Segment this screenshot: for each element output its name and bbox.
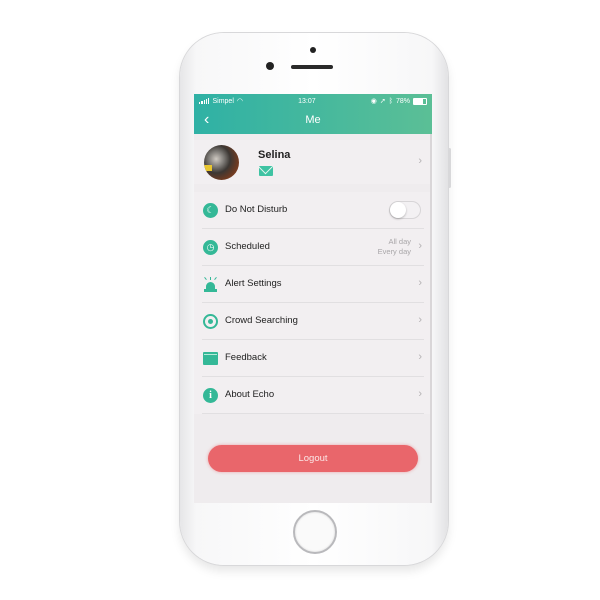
profile-name: Selina bbox=[258, 149, 291, 161]
toggle-knob bbox=[390, 202, 406, 218]
menu-item-do-not-disturb: ☾ Do Not Disturb bbox=[194, 192, 432, 229]
alarm-light-icon bbox=[203, 277, 218, 292]
logout-button[interactable]: Logout bbox=[208, 445, 418, 472]
menu-item-label: Feedback bbox=[225, 352, 267, 363]
chevron-right-icon: › bbox=[418, 388, 422, 400]
avatar bbox=[204, 145, 239, 180]
location-arrow-icon: ➚ bbox=[379, 98, 386, 105]
schedule-days: Every day bbox=[377, 247, 411, 256]
settings-menu: ☾ Do Not Disturb ◷ Scheduled All day Eve… bbox=[194, 192, 432, 414]
battery-percent: 78% bbox=[395, 97, 410, 105]
menu-item-scheduled[interactable]: ◷ Scheduled All day Every day › bbox=[194, 229, 432, 266]
location-lock-icon: ◉ bbox=[370, 98, 377, 105]
menu-item-label: Alert Settings bbox=[225, 278, 282, 289]
chevron-right-icon: › bbox=[418, 314, 422, 326]
target-icon bbox=[203, 314, 218, 329]
menu-item-crowd-searching[interactable]: Crowd Searching › bbox=[194, 303, 432, 340]
moon-icon: ☾ bbox=[203, 203, 218, 218]
front-camera bbox=[266, 62, 274, 70]
do-not-disturb-toggle[interactable] bbox=[389, 201, 421, 219]
status-bar: Simpel ◠ 13:07 ◉ ➚ ᛒ 78% bbox=[194, 94, 432, 108]
chevron-right-icon: › bbox=[418, 155, 422, 167]
chevron-right-icon: › bbox=[418, 277, 422, 289]
menu-item-label: Crowd Searching bbox=[225, 315, 298, 326]
menu-item-label: About Echo bbox=[225, 389, 275, 400]
menu-item-about-echo[interactable]: i About Echo › bbox=[194, 377, 432, 414]
wifi-icon: ◠ bbox=[236, 98, 243, 105]
status-time: 13:07 bbox=[298, 97, 316, 105]
earpiece-speaker bbox=[291, 65, 333, 69]
menu-item-label: Do Not Disturb bbox=[225, 204, 288, 215]
chevron-right-icon: › bbox=[418, 240, 422, 252]
feedback-box-icon bbox=[203, 352, 218, 365]
scrollbar-edge bbox=[430, 134, 432, 503]
app-screen: Simpel ◠ 13:07 ◉ ➚ ᛒ 78% ‹ Me Selina › ☾… bbox=[194, 94, 432, 503]
schedule-value: All day Every day bbox=[378, 237, 411, 257]
signal-icon bbox=[199, 98, 210, 104]
menu-item-alert-settings[interactable]: Alert Settings › bbox=[194, 266, 432, 303]
carrier-label: Simpel bbox=[212, 97, 234, 105]
page-title: Me bbox=[305, 114, 321, 126]
battery-icon bbox=[412, 97, 427, 105]
info-icon: i bbox=[203, 388, 218, 403]
clock-icon: ◷ bbox=[203, 240, 218, 255]
proximity-sensor bbox=[310, 47, 316, 53]
side-button bbox=[448, 148, 451, 188]
menu-item-feedback[interactable]: Feedback › bbox=[194, 340, 432, 377]
schedule-time: All day bbox=[388, 237, 411, 246]
chevron-right-icon: › bbox=[418, 351, 422, 363]
envelope-icon bbox=[259, 166, 273, 176]
home-button[interactable] bbox=[293, 510, 337, 554]
nav-bar: ‹ Me bbox=[194, 108, 432, 134]
menu-item-label: Scheduled bbox=[225, 241, 270, 252]
profile-row[interactable]: Selina › bbox=[194, 140, 432, 184]
bluetooth-icon: ᛒ bbox=[388, 97, 393, 105]
